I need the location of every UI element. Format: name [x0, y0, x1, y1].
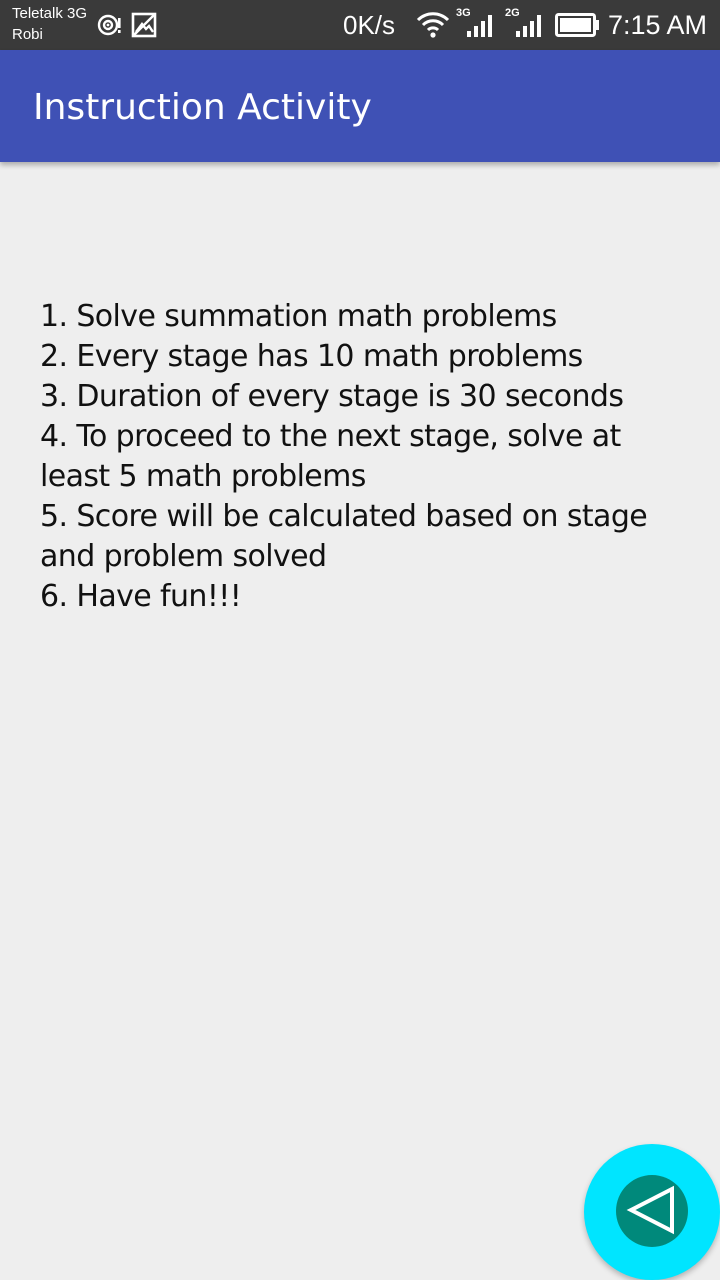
- signal-icon: [466, 14, 496, 42]
- battery-icon: [555, 13, 601, 41]
- carrier-names: Teletalk 3G Robi: [12, 3, 87, 45]
- signal-icon: [515, 14, 545, 42]
- hotspot-icon: [96, 12, 124, 42]
- carrier-1: Teletalk 3G: [12, 5, 88, 22]
- carrier-2: Robi: [12, 26, 43, 43]
- image-notification-icon: [131, 12, 157, 42]
- clock: 7:15 AM: [607, 10, 707, 40]
- back-fab-button[interactable]: [584, 1144, 720, 1280]
- wifi-icon: [415, 11, 451, 43]
- instructions-text: 1. Solve summation math problems 2. Ever…: [40, 299, 648, 614]
- network-speed: 0K/s: [343, 10, 396, 40]
- app-bar: Instruction Activity: [0, 50, 720, 162]
- status-bar: Teletalk 3G Robi 0K/s 3G 2G 7:15 AM: [0, 0, 720, 50]
- page-title: Instruction Activity: [33, 87, 372, 128]
- back-triangle-icon: [616, 1175, 688, 1247]
